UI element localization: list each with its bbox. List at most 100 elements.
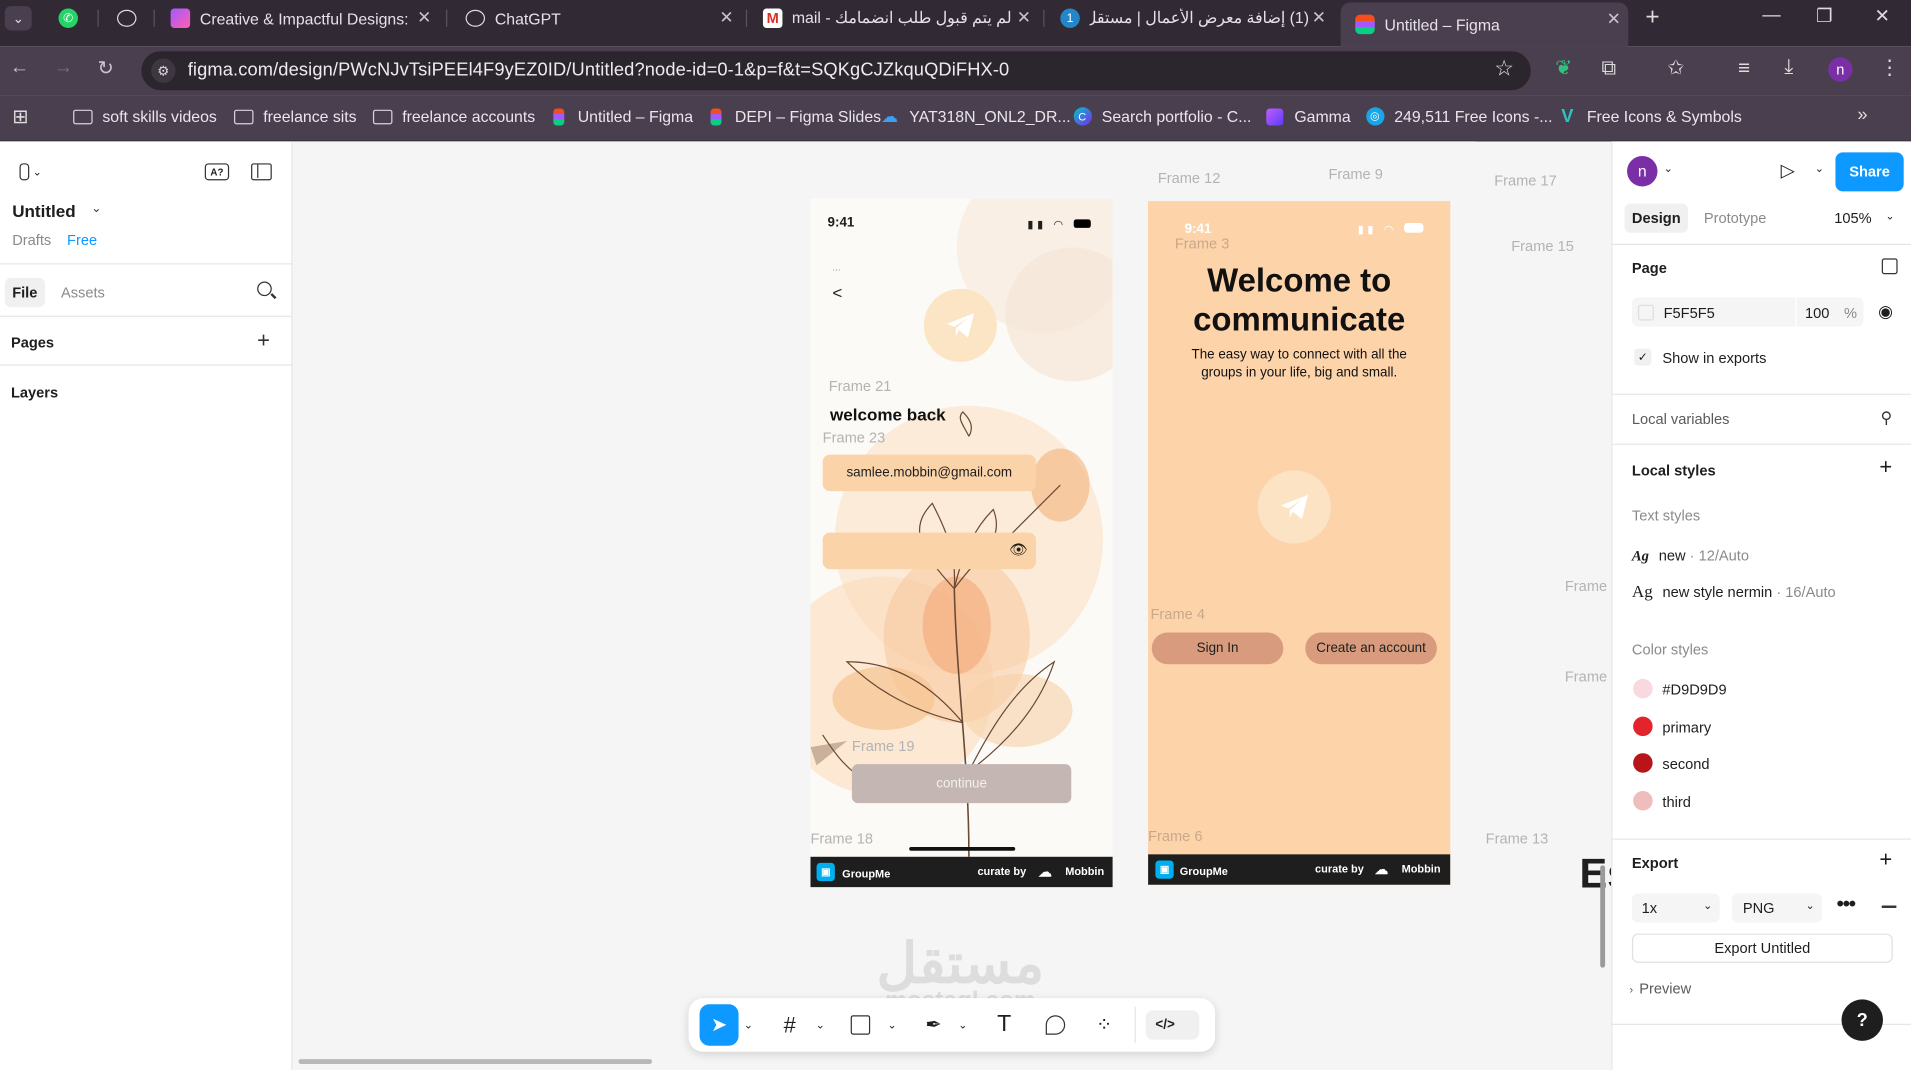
remove-export-icon[interactable] [1881,905,1897,908]
tab-search-button[interactable]: ⌄ [4,6,32,31]
canvas-horizontal-scrollbar[interactable] [298,1059,653,1064]
page-styles-icon[interactable] [1881,258,1898,275]
forward-icon[interactable]: → [54,57,74,79]
page-color-swatch[interactable] [1638,304,1654,321]
continue-button[interactable]: continue [851,764,1072,804]
close-icon[interactable]: ✕ [1312,7,1326,28]
url-text[interactable]: figma.com/design/PWcNJvTsiPEEl4F9yEZ0ID/… [188,60,1010,81]
text-style-item[interactable]: Ag new · 12/Auto [1632,547,1749,565]
frame-label[interactable]: Frame 4 [1151,606,1205,623]
create-account-button[interactable]: Create an account [1305,632,1437,665]
file-name[interactable]: Untitled [12,201,76,221]
close-icon[interactable]: ✕ [1607,9,1621,30]
frame-label[interactable]: Frame [1565,578,1607,595]
frame-label[interactable]: Frame 21 [829,378,892,395]
site-info-icon[interactable]: ⚙ [151,58,176,83]
chevron-down-icon[interactable]: ⌄ [1815,162,1824,175]
chevron-down-icon[interactable]: ⌄ [739,1010,759,1039]
tab-whatsapp[interactable]: ✆ [44,0,93,37]
local-variables-label[interactable]: Local variables [1632,411,1730,428]
profile-avatar[interactable]: n [1828,57,1853,82]
add-page-icon[interactable]: + [257,328,270,354]
frame-label[interactable]: Frame [1565,668,1607,685]
password-field[interactable] [822,532,1036,570]
bookmark-depi-slides[interactable]: DEPI – Figma Slides [706,107,881,126]
frame-tool-icon[interactable]: # [773,1010,807,1039]
zoom-level[interactable]: 105% [1834,210,1871,227]
frame-label[interactable]: Frame 13 [1486,830,1549,847]
add-style-icon[interactable]: + [1879,455,1892,481]
toggle-sidebar-icon[interactable] [251,163,272,181]
bookmark-gamma[interactable]: Gamma [1265,107,1351,126]
page-color-value[interactable]: F5F5F5 [1664,305,1715,322]
move-tool-button[interactable]: ➤ [699,1004,739,1046]
sign-in-button[interactable]: Sign In [1151,632,1284,665]
ai-actions-icon[interactable]: A? [204,163,230,181]
tab-assets[interactable]: Assets [61,284,105,301]
export-button[interactable]: Export Untitled [1631,933,1893,963]
close-icon[interactable]: ✕ [719,7,733,28]
tab-design[interactable]: Design [1624,203,1688,233]
bookmark-freelance-accounts[interactable]: freelance accounts [372,107,535,126]
back-button[interactable]: < [832,283,842,303]
apps-grid-icon[interactable]: ⊞ [12,105,28,129]
frame-label[interactable]: Frame 3 [1175,235,1229,252]
export-settings-icon[interactable]: ••• [1837,892,1856,916]
frame-label[interactable]: Frame 12 [1158,169,1221,186]
bookmark-free-icons[interactable]: ◎ 249,511 Free Icons -... [1365,107,1552,126]
new-tab-button[interactable]: + [1645,4,1659,32]
visibility-eye-icon[interactable]: ◉ [1878,301,1893,322]
chevron-down-icon[interactable]: ⌄ [953,1010,973,1039]
favorites-icon[interactable]: ✩ [1667,56,1684,80]
email-field[interactable]: samlee.mobbin@gmail.com [822,454,1036,492]
extensions-puzzle-icon[interactable]: ⧉ [1601,56,1616,80]
back-icon[interactable]: ← [10,57,30,79]
sliders-icon[interactable]: ⚲ [1881,408,1893,428]
drafts-label[interactable]: Drafts [12,232,51,249]
tab-chatgpt[interactable]: ChatGPT ✕ [451,0,741,37]
text-tool-icon[interactable]: T [987,1010,1021,1039]
browser-menu-icon[interactable]: ⋮ [1879,56,1900,80]
frame-label[interactable]: Frame 18 [810,830,873,847]
bookmark-untitled-figma[interactable]: Untitled – Figma [548,107,693,126]
chevron-down-icon[interactable]: ⌄ [810,1010,830,1039]
help-button[interactable]: ? [1841,999,1883,1041]
tab-openai[interactable] [102,0,151,37]
show-in-exports-checkbox[interactable]: ✓ [1634,348,1652,366]
close-window-icon[interactable]: ✕ [1874,5,1889,27]
chevron-down-icon[interactable]: ⌄ [91,202,101,215]
tab-figma-active[interactable]: Untitled – Figma ✕ [1340,2,1629,47]
text-style-item[interactable]: Ag new style nermin · 16/Auto [1632,584,1836,604]
color-style-name[interactable]: #D9D9D9 [1662,681,1726,698]
present-play-icon[interactable]: ▷ [1781,160,1795,182]
extension-icon[interactable]: ❦ [1555,56,1572,80]
color-style-name[interactable]: second [1662,756,1709,773]
bookmark-freelance-sits[interactable]: freelance sits [234,107,357,126]
frame-label[interactable]: Frame 17 [1494,172,1557,189]
plan-badge[interactable]: Free [67,232,97,249]
frame-label[interactable]: Frame 9 [1328,166,1382,183]
download-icon[interactable]: ⤓ [1784,55,1793,79]
page-opacity-value[interactable]: 100 [1805,305,1829,322]
welcome-screen-frame[interactable]: 9:41 ▮▮ ◠ Frame 3 Welcome to communicate… [1148,201,1451,885]
frame-label[interactable]: Frame 6 [1148,828,1202,845]
dev-mode-toggle[interactable]: </> [1145,1010,1200,1040]
preview-toggle[interactable]: › Preview [1629,980,1691,997]
canvas-vertical-scrollbar[interactable] [1600,865,1606,968]
eye-off-icon[interactable]: 👁 [1009,541,1028,558]
login-screen-frame[interactable]: 9:41 ▮▮ ◠ ... < Frame 21 welcome back Fr… [810,198,1113,888]
tab-creative-designs[interactable]: Creative & Impactful Designs: E ✕ [156,0,439,37]
close-icon[interactable]: ✕ [417,7,431,28]
tab-prototype[interactable]: Prototype [1704,210,1767,227]
close-icon[interactable]: ✕ [1017,7,1031,28]
frame-label[interactable]: Frame 23 [823,429,886,446]
export-scale-select[interactable]: 1x ⌄ [1631,893,1720,923]
color-style-name[interactable]: third [1662,793,1690,810]
bookmark-star-icon[interactable]: ☆ [1494,56,1514,82]
figma-menu-icon[interactable]: ⌄ [12,161,49,183]
chevron-down-icon[interactable]: ⌄ [882,1010,902,1039]
user-avatar[interactable]: n [1627,156,1658,187]
color-style-name[interactable]: primary [1662,719,1711,736]
bookmark-yat318n[interactable]: ☁ YAT318N_ONL2_DR... [880,106,1070,126]
pen-tool-icon[interactable]: ✒ [917,1010,951,1039]
